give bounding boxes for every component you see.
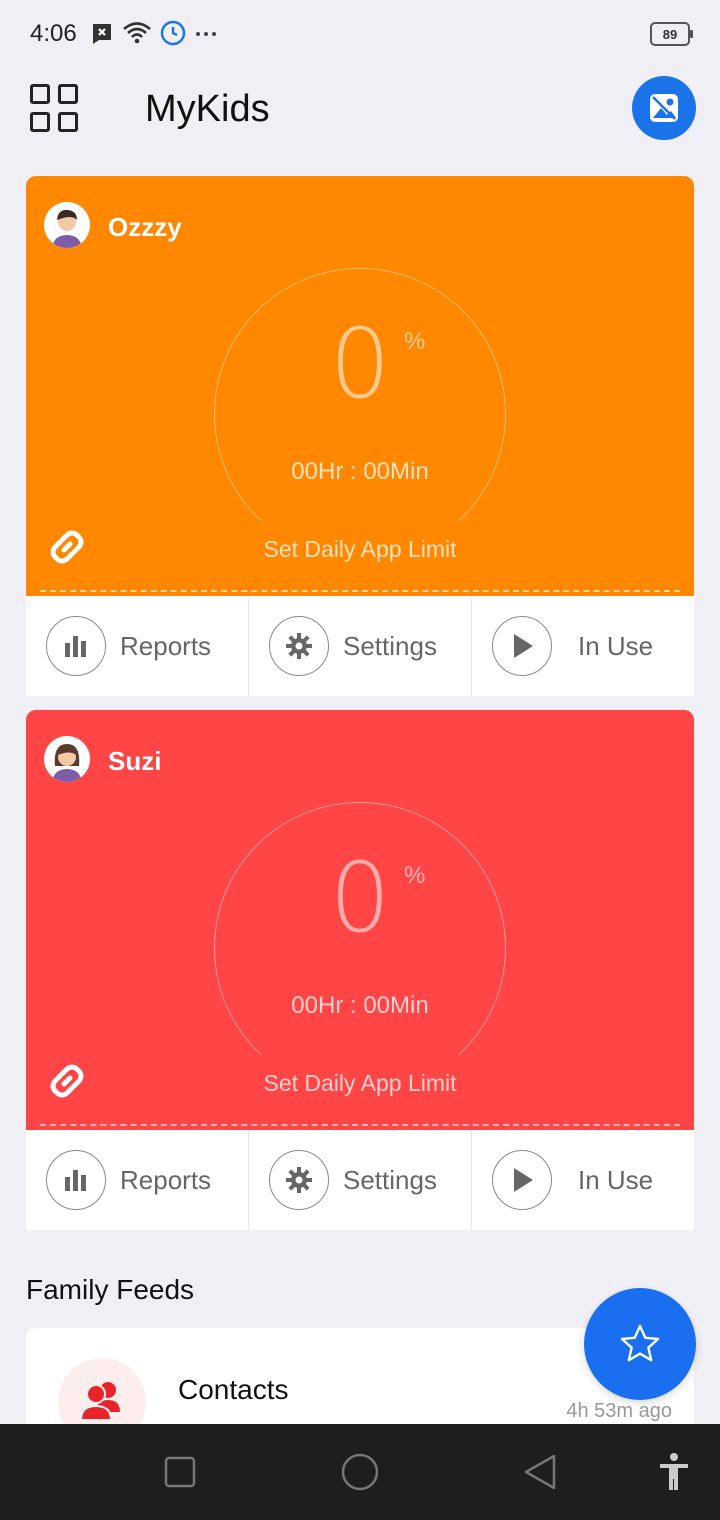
usage-percent: 0	[329, 308, 391, 420]
notification-icon	[93, 24, 111, 44]
image-icon	[650, 94, 678, 122]
kid-name: Suzi	[108, 746, 162, 776]
in-use-button[interactable]: In Use	[472, 1130, 694, 1230]
recent-apps-icon[interactable]	[164, 1452, 196, 1492]
kid-card-ozzzy[interactable]: Ozzzy 0 % 00Hr : 00Min Set Daily App Lim…	[26, 176, 694, 696]
kid-card-header: Ozzzy 0 % 00Hr : 00Min Set Daily App Lim…	[26, 176, 694, 596]
reports-button[interactable]: Reports	[26, 1130, 249, 1230]
kid-actions: Reports Settings In Use	[26, 1130, 694, 1230]
set-daily-limit-link[interactable]: Set Daily App Limit	[26, 536, 694, 563]
divider	[40, 590, 680, 592]
star-icon	[620, 1324, 660, 1362]
accessibility-icon[interactable]	[656, 1452, 692, 1492]
kid-card-suzi[interactable]: Suzi 0 % 00Hr : 00Min Set Daily App Limi…	[26, 710, 694, 1230]
status-bar: 4:06 89	[0, 0, 720, 70]
feed-timestamp: 4h 53m ago	[566, 1400, 672, 1422]
family-feeds-heading: Family Feeds	[26, 1274, 195, 1305]
favorite-fab-button[interactable]	[584, 1288, 696, 1400]
system-nav-bar	[0, 1424, 720, 1520]
gear-icon	[269, 1150, 329, 1210]
page-title: MyKids	[145, 88, 270, 130]
app-header: MyKids	[0, 70, 720, 160]
time-used: 00Hr : 00Min	[291, 458, 429, 485]
in-use-button[interactable]: In Use	[472, 596, 694, 696]
battery-icon: 89	[650, 22, 693, 46]
time-used: 00Hr : 00Min	[291, 992, 429, 1019]
in-use-label: In Use	[578, 1164, 654, 1195]
play-icon	[492, 616, 552, 676]
settings-label: Settings	[343, 1164, 437, 1195]
feed-title: Contacts	[178, 1374, 289, 1405]
status-time: 4:06	[30, 20, 77, 47]
gear-icon	[269, 616, 329, 676]
divider	[40, 1124, 680, 1126]
in-use-label: In Use	[578, 630, 654, 661]
bar-chart-icon	[46, 1150, 106, 1210]
settings-label: Settings	[343, 630, 437, 661]
wifi-icon	[123, 22, 151, 44]
home-icon[interactable]	[340, 1452, 380, 1492]
kid-card-header: Suzi 0 % 00Hr : 00Min Set Daily App Limi…	[26, 710, 694, 1130]
set-daily-limit-link[interactable]: Set Daily App Limit	[26, 1070, 694, 1097]
play-icon	[492, 1150, 552, 1210]
bar-chart-icon	[46, 616, 106, 676]
grid-menu-icon[interactable]	[30, 84, 82, 136]
avatar	[44, 736, 90, 782]
settings-button[interactable]: Settings	[249, 596, 472, 696]
avatar	[44, 202, 90, 248]
reports-label: Reports	[120, 630, 212, 661]
percent-sign: %	[404, 862, 426, 889]
settings-button[interactable]: Settings	[249, 1130, 472, 1230]
gallery-button[interactable]	[632, 76, 696, 140]
app-status-icon	[160, 20, 186, 46]
back-icon[interactable]	[522, 1452, 558, 1492]
more-icon	[196, 32, 216, 36]
percent-sign: %	[404, 328, 426, 355]
reports-button[interactable]: Reports	[26, 596, 249, 696]
kid-actions: Reports Settings In Use	[26, 596, 694, 696]
kid-name: Ozzzy	[108, 212, 182, 242]
usage-percent: 0	[329, 842, 391, 954]
reports-label: Reports	[120, 1164, 212, 1195]
